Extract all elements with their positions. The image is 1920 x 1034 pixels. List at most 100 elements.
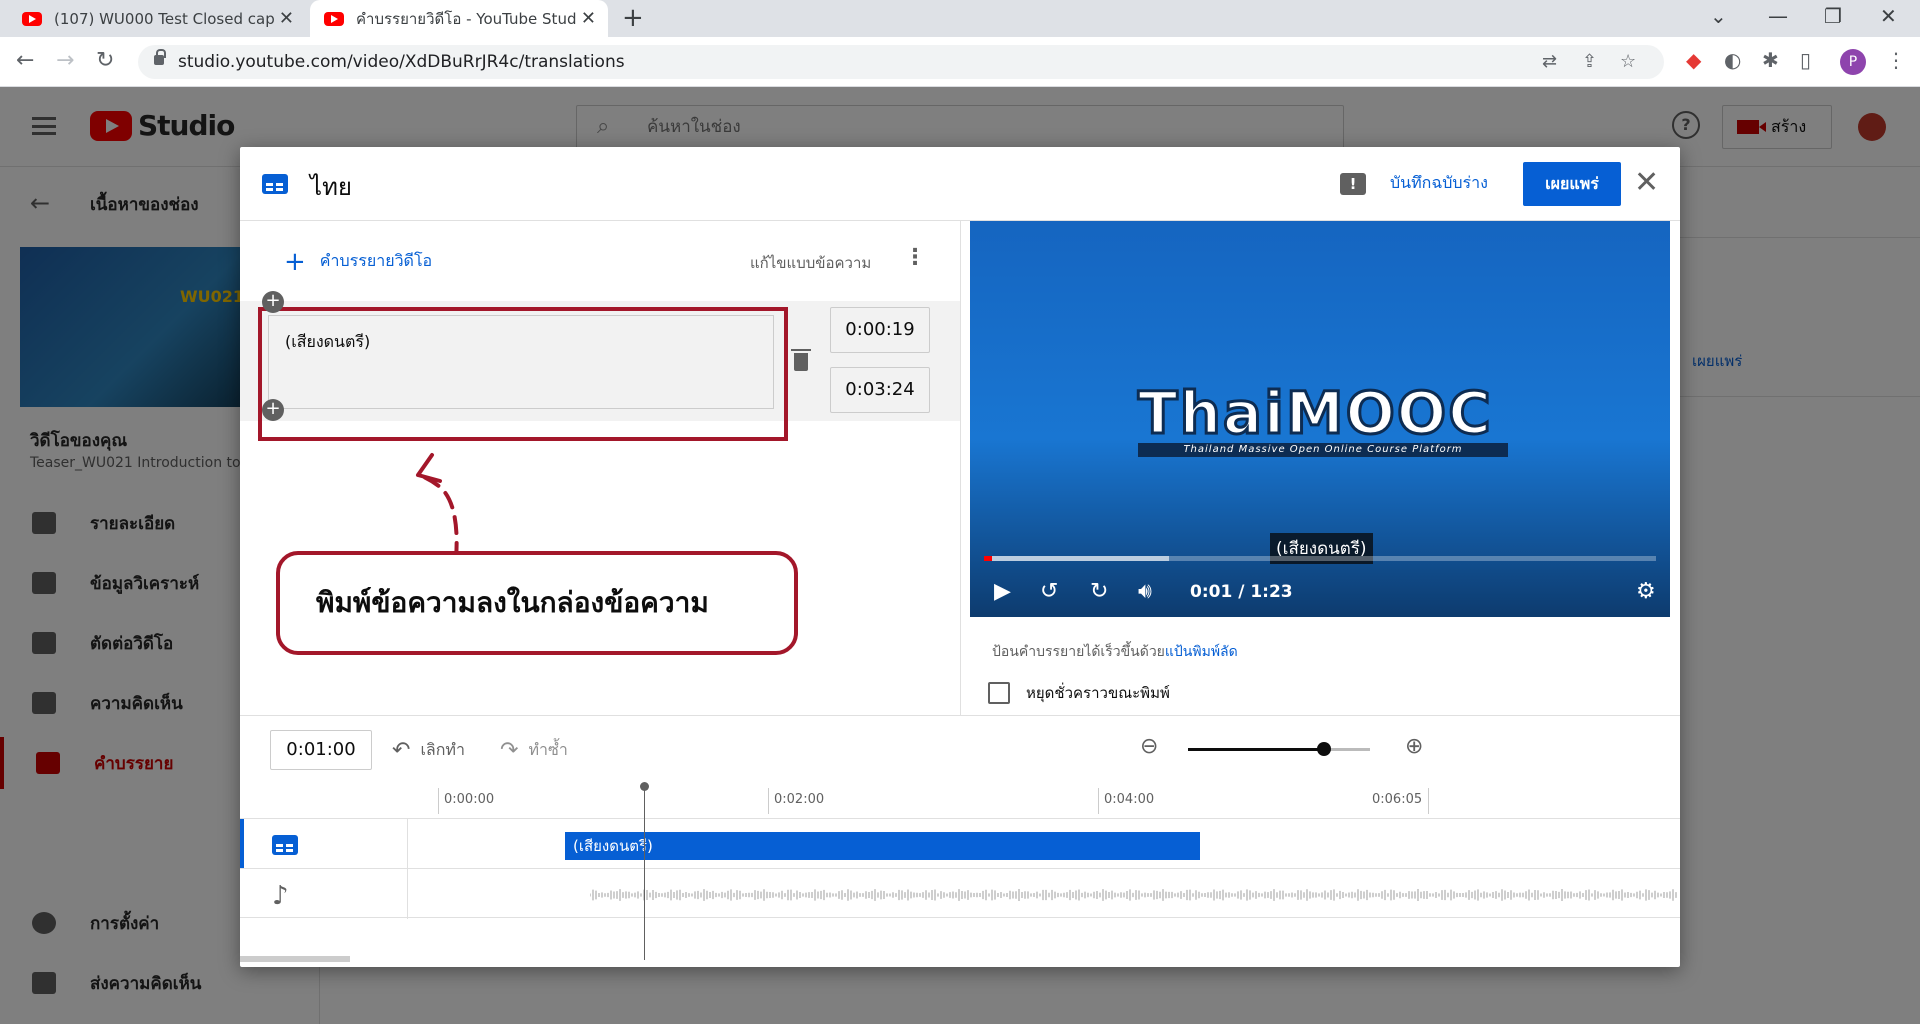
address-bar: ← → ↻ studio.youtube.com/video/XdDBuRrJR… (0, 37, 1920, 87)
ruler-label: 0:02:00 (774, 792, 825, 807)
add-caption-label: คำบรรยายวิดีโอ (319, 251, 433, 270)
keyboard-shortcuts-link[interactable]: แป้นพิมพ์ลัด (1165, 644, 1238, 660)
delete-caption-icon[interactable] (791, 349, 811, 371)
more-options-icon[interactable]: ⋮ (904, 245, 926, 270)
new-tab-icon[interactable]: + (622, 3, 644, 33)
insert-caption-below-icon[interactable]: + (262, 399, 284, 421)
lock-icon[interactable] (154, 49, 166, 65)
ruler-tick (438, 788, 439, 814)
zoom-slider[interactable] (1188, 748, 1370, 751)
side-panel-icon[interactable]: ▯ (1800, 48, 1811, 72)
video-preview: ThaiMOOC Thailand Massive Open Online Co… (970, 221, 1680, 715)
caption-track: (เสียงดนตรี) (240, 818, 1680, 869)
zoom-slider-handle[interactable] (1317, 742, 1331, 756)
url-text: studio.youtube.com/video/XdDBuRrJR4c/tra… (178, 52, 625, 72)
divider (960, 221, 961, 715)
buffered-bar (984, 556, 1169, 561)
minimize-icon[interactable]: — (1768, 4, 1788, 28)
gear-icon[interactable]: ⚙ (1636, 579, 1656, 604)
annotation-callout: พิมพ์ข้อความลงในกล่องข้อความ (276, 551, 798, 655)
rewind-10-icon[interactable]: ↺ (1040, 579, 1058, 604)
tab-title: คำบรรยายวิดีโอ - YouTube Studio (356, 9, 576, 28)
publish-button[interactable]: เผยแพร่ (1523, 162, 1621, 206)
annotation-arrow (416, 453, 459, 561)
restore-icon[interactable]: ❐ (1824, 4, 1842, 28)
browser-tab-strip: (107) WU000 Test Closed caption ✕ คำบรรย… (0, 0, 1920, 37)
caption-timeline-block[interactable]: (เสียงดนตรี) (565, 832, 1200, 860)
save-draft-button[interactable]: บันทึกฉบับร่าง (1390, 171, 1488, 196)
bookmark-star-icon[interactable]: ☆ (1620, 51, 1636, 72)
close-icon[interactable]: ✕ (1634, 165, 1659, 201)
caption-editor: + คำบรรยายวิดีโอ แก้ไขแบบข้อความ ⋮ (เสีย… (240, 221, 960, 715)
pause-while-typing[interactable]: หยุดชั่วคราวขณะพิมพ์ (988, 681, 1170, 705)
pause-while-typing-checkbox[interactable] (988, 682, 1010, 704)
music-note-icon: ♪ (272, 881, 289, 911)
waveform-path (590, 889, 1677, 901)
tab-title: (107) WU000 Test Closed caption (54, 9, 274, 28)
share-icon[interactable]: ⇪ (1582, 51, 1597, 72)
ruler-tick (768, 788, 769, 814)
audio-track-label: ♪ (240, 869, 408, 919)
thaimooc-logo: ThaiMOOC (1137, 378, 1493, 449)
forward-10-icon[interactable]: ↻ (1090, 579, 1108, 604)
redo-label: ทำซ้ำ (528, 740, 568, 759)
video-time: 0:01 / 1:23 (1190, 582, 1293, 602)
edit-as-text-button[interactable]: แก้ไขแบบข้อความ (750, 251, 871, 275)
dialog-title: ไทย (310, 173, 352, 201)
pause-while-typing-label: หยุดชั่วคราวขณะพิมพ์ (1026, 684, 1170, 702)
played-bar (984, 556, 993, 561)
timeline-current-time[interactable]: 0:01:00 (270, 730, 372, 770)
dialog-header: ไทย ! บันทึกฉบับร่าง เผยแพร่ ✕ (240, 147, 1680, 221)
timeline: 0:01:00 ↶ เลิกทำ ↷ ทำซ้ำ ⊖ ⊕ 0:00:00 0:0… (240, 715, 1680, 967)
caption-start-time[interactable]: 0:00:19 (830, 307, 930, 353)
ruler-label: 0:04:00 (1104, 792, 1155, 807)
extension-icon[interactable]: ◆ (1686, 48, 1701, 72)
add-caption-button[interactable]: + คำบรรยายวิดีโอ (284, 246, 433, 277)
audio-track: ♪ (240, 868, 1680, 919)
profile-avatar[interactable]: P (1840, 49, 1866, 75)
tab-search-icon[interactable]: ⌄ (1710, 4, 1727, 28)
youtube-favicon-icon (22, 11, 42, 26)
ruler-label: 0:00:00 (444, 792, 495, 807)
ruler-tick (1098, 788, 1099, 814)
volume-icon[interactable]: 🔊︎ (1138, 579, 1152, 604)
thaimooc-logo-subtitle: Thailand Massive Open Online Course Plat… (1138, 443, 1508, 457)
translate-icon[interactable]: ⇄ (1542, 51, 1557, 72)
browser-tab[interactable]: (107) WU000 Test Closed caption ✕ (8, 0, 306, 37)
play-icon[interactable]: ▶ (994, 579, 1011, 604)
audio-waveform (590, 889, 1677, 901)
zoom-in-icon[interactable]: ⊕ (1405, 734, 1423, 759)
browser-menu-icon[interactable]: ⋮ (1886, 48, 1906, 72)
undo-label: เลิกทำ (420, 740, 465, 759)
insert-caption-above-icon[interactable]: + (262, 291, 284, 313)
caption-end-time[interactable]: 0:03:24 (830, 367, 930, 413)
extension-icon[interactable]: ◐ (1724, 48, 1741, 72)
plus-icon: + (284, 246, 306, 277)
back-icon[interactable]: ← (16, 48, 34, 73)
browser-tab-active[interactable]: คำบรรยายวิดีโอ - YouTube Studio ✕ (310, 0, 608, 37)
close-window-icon[interactable]: ✕ (1880, 4, 1897, 28)
caption-track-label (240, 819, 408, 869)
reload-icon[interactable]: ↻ (96, 48, 114, 73)
playhead-handle[interactable] (640, 782, 649, 791)
close-tab-icon[interactable]: ✕ (581, 8, 596, 29)
shortcut-hint: ป้อนคำบรรยายได้เร็วขึ้นด้วยแป้นพิมพ์ลัด (992, 641, 1238, 663)
subtitle-editor-dialog: ไทย ! บันทึกฉบับร่าง เผยแพร่ ✕ + คำบรรยา… (240, 147, 1680, 967)
omnibox[interactable]: studio.youtube.com/video/XdDBuRrJR4c/tra… (138, 45, 1664, 79)
annotation-highlight-box (258, 307, 788, 441)
undo-button[interactable]: ↶ เลิกทำ (392, 738, 465, 763)
redo-button[interactable]: ↷ ทำซ้ำ (500, 738, 568, 763)
timeline-scrollbar[interactable] (240, 956, 350, 962)
video-progress-bar[interactable] (984, 556, 1656, 561)
forward-icon[interactable]: → (56, 48, 74, 73)
subtitles-icon (272, 835, 298, 855)
youtube-favicon-icon (324, 11, 344, 26)
undo-icon: ↶ (392, 738, 411, 763)
zoom-out-icon[interactable]: ⊖ (1140, 734, 1158, 759)
puzzle-extensions-icon[interactable]: ✱ (1762, 48, 1779, 72)
feedback-icon[interactable]: ! (1340, 173, 1366, 195)
close-tab-icon[interactable]: ✕ (279, 8, 294, 29)
playhead[interactable] (644, 786, 645, 960)
video-player[interactable]: ThaiMOOC Thailand Massive Open Online Co… (970, 221, 1670, 617)
ruler-tick (1428, 788, 1429, 814)
